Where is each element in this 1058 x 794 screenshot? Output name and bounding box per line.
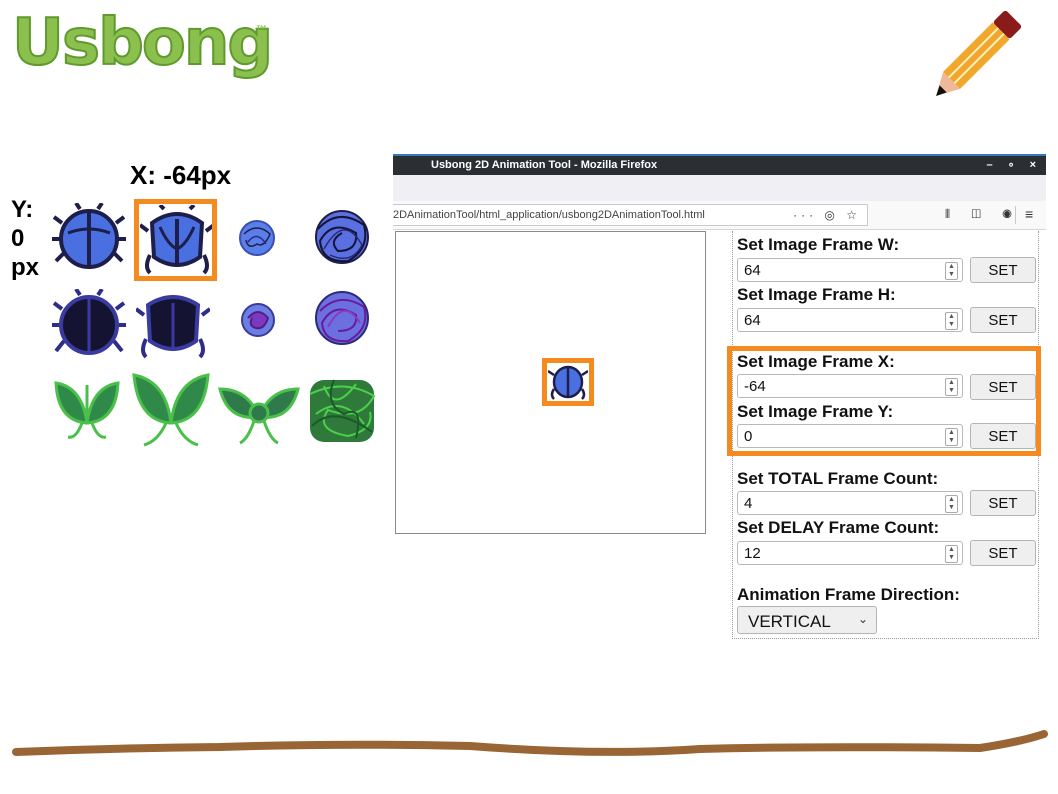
sprite-dark-beetle-frame-4 [315, 291, 369, 345]
spinner-icon[interactable]: ▲ ▼ [945, 312, 958, 330]
chevron-down-icon: ⌄ [857, 612, 868, 626]
sprite-beetle-frame-1 [52, 203, 126, 269]
canvas-frame-highlight [542, 358, 594, 406]
frame-w-label: Set Image Frame W: [737, 235, 900, 254]
spinner-icon[interactable]: ▲ ▼ [945, 495, 958, 513]
menu-icon[interactable]: ≡ [1025, 206, 1033, 222]
y-offset-label: Y: 0 px [11, 196, 40, 281]
sprite-dark-beetle-frame-1 [52, 289, 126, 355]
selected-frame-highlight [134, 199, 217, 281]
window-title: Usbong 2D Animation Tool - Mozilla Firef… [431, 159, 658, 171]
frame-h-label: Set Image Frame H: [737, 285, 896, 304]
sprite-dark-beetle-frame-3 [241, 303, 275, 337]
set-frame-h-button[interactable]: SET [970, 307, 1036, 333]
sprite-leaf-frame-1 [54, 381, 120, 439]
sprite-leaf-frame-4 [309, 379, 376, 442]
sprite-beetle-frame-4 [315, 210, 369, 264]
sprite-leaf-frame-2 [132, 373, 210, 447]
delay-frame-count-input[interactable]: 12 ▲ ▼ [737, 541, 963, 565]
toolbar-separator [1015, 206, 1016, 224]
spinner-icon[interactable]: ▲ ▼ [945, 545, 958, 563]
set-total-frame-count-button[interactable]: SET [970, 490, 1036, 516]
sprite-beetle-frame-3 [239, 220, 275, 256]
window-controls[interactable]: – ∘ × [986, 158, 1042, 171]
window-titlebar: Usbong 2D Animation Tool - Mozilla Firef… [393, 154, 1046, 175]
delay-frame-count-label: Set DELAY Frame Count: [737, 518, 940, 537]
x-offset-label: X: -64px [130, 160, 232, 190]
url-text[interactable]: 2DAnimationTool/html_application/usbong2… [393, 209, 705, 221]
brown-stroke-divider [12, 730, 1048, 756]
frame-w-input[interactable]: 64 ▲ ▼ [737, 258, 963, 282]
total-frame-count-input[interactable]: 4 ▲ ▼ [737, 491, 963, 515]
url-bar[interactable]: 2DAnimationTool/html_application/usbong2… [393, 204, 868, 226]
animation-direction-select[interactable]: VERTICAL ⌄ [737, 606, 877, 634]
library-sidebar-account-icon[interactable]: ⫴ ◫ ◉ [945, 207, 1021, 222]
url-actions-icon[interactable]: ··· ◎ ☆ [793, 208, 861, 222]
usbong-logo: Usbong [11, 5, 274, 81]
sprite-dark-beetle-frame-2 [136, 295, 210, 359]
set-delay-frame-count-button[interactable]: SET [970, 540, 1036, 566]
navigation-bar: 2DAnimationTool/html_application/usbong2… [393, 201, 1046, 230]
frame-h-input[interactable]: 64 ▲ ▼ [737, 308, 963, 332]
animation-direction-label: Animation Frame Direction: [737, 585, 960, 604]
total-frame-count-label: Set TOTAL Frame Count: [737, 469, 939, 488]
set-frame-w-button[interactable]: SET [970, 257, 1036, 283]
tab-strip [393, 175, 1046, 202]
sprite-leaf-frame-3 [218, 387, 300, 445]
trademark-symbol: ™ [256, 24, 267, 36]
spinner-icon[interactable]: ▲ ▼ [945, 262, 958, 280]
animation-canvas [395, 231, 706, 534]
frame-xy-highlight [727, 346, 1041, 456]
pencil-icon [936, 10, 1022, 96]
